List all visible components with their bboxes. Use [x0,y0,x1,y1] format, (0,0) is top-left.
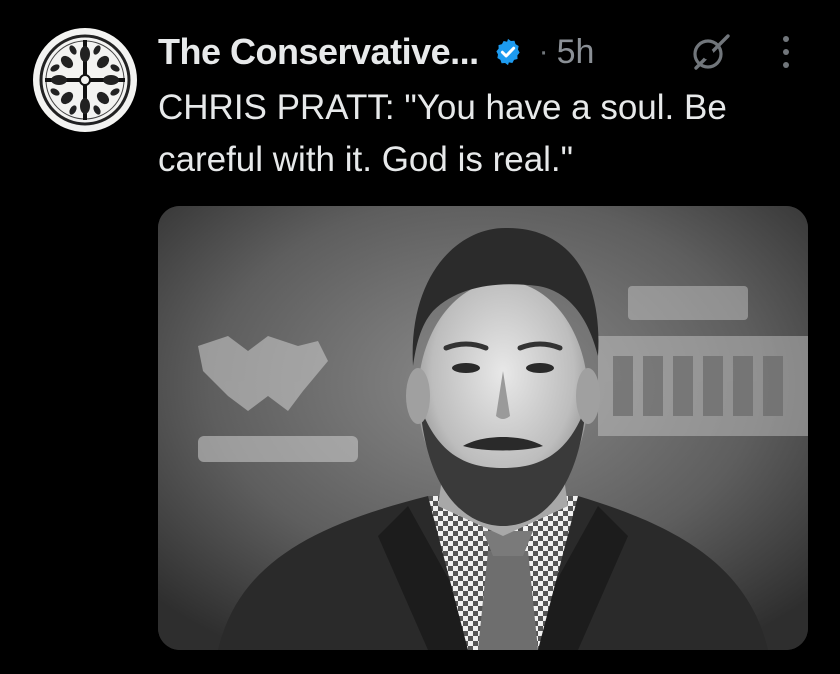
post-header: The Conservative... · 5h [158,24,594,80]
post[interactable]: The Conservative... · 5h CHRIS PRATT: "Y… [0,0,840,674]
post-media-photo[interactable] [158,206,808,650]
author-avatar[interactable] [33,28,137,132]
separator-dot: · [538,35,549,68]
portrait-photo [158,206,808,650]
post-text: CHRIS PRATT: "You have a soul. Be carefu… [158,88,727,179]
verified-badge-icon[interactable] [493,37,523,67]
post-timestamp[interactable]: 5h [557,33,595,72]
cross-emblem-icon [35,30,135,130]
author-display-name[interactable]: The Conservative... [158,31,479,73]
grok-icon[interactable] [688,30,732,74]
more-vertical-icon[interactable] [776,32,796,72]
